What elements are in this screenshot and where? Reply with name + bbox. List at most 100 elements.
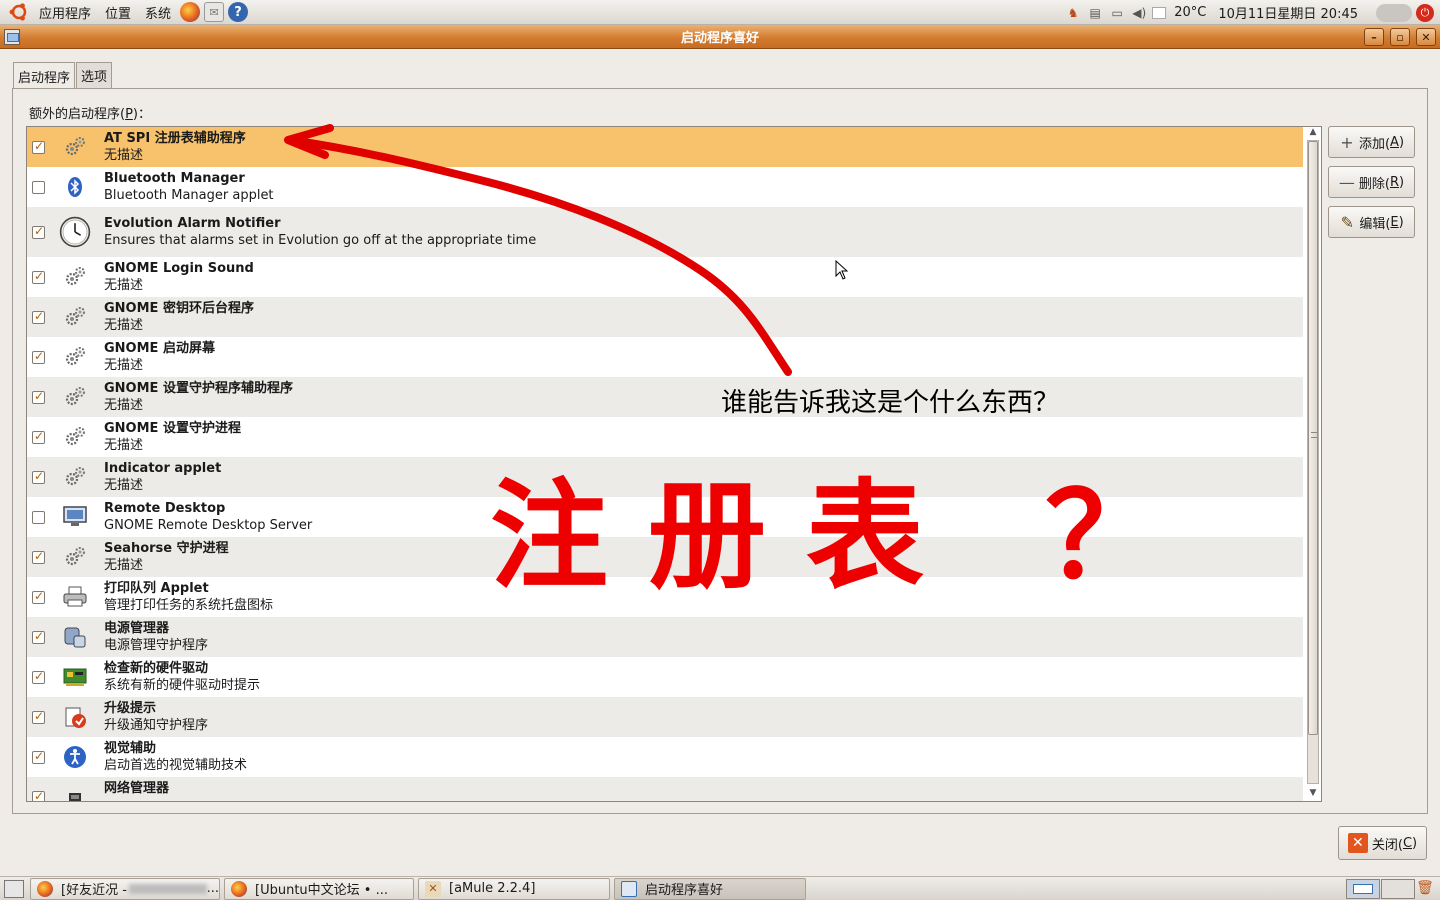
startup-list-row[interactable]: 打印队列 Applet 管理打印任务的系统托盘图标 <box>27 577 1303 617</box>
gears-icon <box>59 301 91 333</box>
workspace-2[interactable] <box>1381 879 1415 899</box>
startup-item-checkbox[interactable] <box>32 269 45 284</box>
ubuntu-logo-icon[interactable] <box>8 1 30 23</box>
printer-tray-icon[interactable]: ▭ <box>1108 5 1126 21</box>
startup-item-checkbox[interactable] <box>32 469 45 484</box>
volume-tray-icon[interactable]: ◀) <box>1130 5 1148 21</box>
startup-item-description: Ensures that alarms set in Evolution go … <box>104 233 537 248</box>
startup-list-row[interactable]: 检查新的硬件驱动系统有新的硬件驱动时提示 <box>27 657 1303 697</box>
update-icon <box>59 701 91 733</box>
startup-list-row[interactable]: GNOME 设置守护进程无描述 <box>27 417 1303 457</box>
startup-list-row[interactable]: Bluetooth Manager Bluetooth Manager apple… <box>27 167 1303 207</box>
startup-item-checkbox[interactable] <box>32 180 45 194</box>
menu-places[interactable]: 位置 <box>98 3 138 22</box>
gears-icon <box>59 541 91 573</box>
plus-icon: + <box>1340 132 1354 152</box>
amule-tray-icon[interactable]: ♞ <box>1064 5 1082 21</box>
gears-icon <box>59 341 91 373</box>
system-tray: ♞ ▤ ▭ ◀) 20°C 10月11日星期日 20:45 ⏻ <box>1062 0 1440 25</box>
window-titlebar[interactable]: 启动程序喜好 – ▫ ✕ <box>0 25 1440 49</box>
show-desktop-icon[interactable] <box>4 879 24 898</box>
startup-list-row[interactable]: GNOME 设置守护程序辅助程序无描述 <box>27 377 1303 417</box>
scroll-up-icon[interactable]: ▲ <box>1306 125 1320 139</box>
accessibility-icon <box>59 741 91 773</box>
startup-list-row[interactable]: Evolution Alarm Notifier Ensures that ala… <box>27 207 1303 257</box>
startup-item-checkbox[interactable] <box>32 139 45 154</box>
startup-list-row[interactable]: 电源管理器电源管理守护程序 <box>27 617 1303 657</box>
startup-item-description: 系统有新的硬件驱动时提示 <box>104 678 261 693</box>
shutdown-icon[interactable]: ⏻ <box>1416 3 1434 22</box>
remove-button[interactable]: — 删除(R) <box>1328 166 1415 198</box>
startup-item-description: 电源管理守护程序 <box>104 638 209 653</box>
taskbar-item-startup-prefs[interactable]: 启动程序喜好 <box>614 877 806 900</box>
startup-item-checkbox[interactable] <box>32 429 45 444</box>
startup-item-name: GNOME 密钥环后台程序 <box>104 301 254 316</box>
firefox-launcher-icon[interactable] <box>180 2 201 22</box>
maximize-button[interactable]: ▫ <box>1390 28 1410 46</box>
startup-item-name: 网络管理器 <box>104 781 170 796</box>
menu-applications[interactable]: 应用程序 <box>32 3 98 22</box>
startup-list-label: 额外的启动程序(P)： <box>29 107 151 122</box>
taskbar-item-firefox-1[interactable]: [好友近况 - ... <box>30 877 220 900</box>
list-vertical-scrollbar[interactable]: ▲ ▼ <box>1305 125 1321 801</box>
close-dialog-button[interactable]: ✕ 关闭(C) <box>1338 826 1427 860</box>
taskbar-item-amule[interactable]: ✕ [aMule 2.2.4] <box>418 877 610 900</box>
mail-launcher-icon[interactable]: ✉ <box>204 2 225 22</box>
edit-button[interactable]: ✎ 编辑(E) <box>1328 206 1415 238</box>
scroll-down-icon[interactable]: ▼ <box>1306 786 1320 800</box>
startup-list-row[interactable]: 视觉辅助启动首选的视觉辅助技术 <box>27 737 1303 777</box>
startup-list-row[interactable]: GNOME Login Sound 无描述 <box>27 257 1303 297</box>
network-tray-icon[interactable]: ▤ <box>1086 5 1104 21</box>
startup-item-description: 无描述 <box>104 358 144 373</box>
bluetooth-icon <box>59 171 91 203</box>
startup-list-row[interactable]: GNOME 启动屏幕无描述 <box>27 337 1303 377</box>
startup-item-name: GNOME 设置守护程序辅助程序 <box>104 381 293 396</box>
startup-item-name: Bluetooth Manager <box>104 171 245 186</box>
startup-item-checkbox[interactable] <box>32 749 45 764</box>
startup-item-checkbox[interactable] <box>32 629 45 644</box>
startup-list-row[interactable]: AT SPI 注册表辅助程序无描述 <box>27 127 1303 167</box>
startup-list-row[interactable]: Remote Desktop GNOME Remote Desktop Serve… <box>27 497 1303 537</box>
scrollbar-thumb[interactable] <box>1308 141 1318 735</box>
startup-item-description: 升级通知守护程序 <box>104 718 209 733</box>
close-window-button[interactable]: ✕ <box>1416 28 1436 46</box>
startup-programs-list[interactable]: AT SPI 注册表辅助程序无描述Bluetooth ManagerBlueto… <box>26 126 1322 802</box>
window-title: 启动程序喜好 <box>680 31 759 46</box>
startup-item-checkbox[interactable] <box>32 669 45 684</box>
startup-item-checkbox[interactable] <box>32 549 45 564</box>
trash-icon[interactable]: 🗑 <box>1416 878 1434 898</box>
startup-item-name: GNOME 设置守护进程 <box>104 421 241 436</box>
startup-item-checkbox[interactable] <box>32 389 45 404</box>
startup-item-checkbox[interactable] <box>32 224 45 239</box>
weather-temperature[interactable]: 20°C <box>1174 5 1206 20</box>
startup-item-checkbox[interactable] <box>32 349 45 364</box>
workspace-1[interactable] <box>1346 879 1380 899</box>
minimize-button[interactable]: – <box>1364 28 1384 46</box>
startup-item-checkbox[interactable] <box>32 789 45 801</box>
window-menu-icon[interactable] <box>4 29 20 45</box>
startup-item-description: GNOME Remote Desktop Server <box>104 518 313 533</box>
startup-item-name: Indicator applet <box>104 461 222 476</box>
startup-item-checkbox[interactable] <box>32 510 45 524</box>
tab-bar: 启动程序 选项 <box>13 62 113 89</box>
startup-item-description: 无描述 <box>104 438 144 453</box>
help-launcher-icon[interactable]: ? <box>228 2 249 22</box>
startup-item-checkbox[interactable] <box>32 309 45 324</box>
tab-startup-programs[interactable]: 启动程序 <box>13 62 76 89</box>
startup-list-row[interactable]: 升级提示升级通知守护程序 <box>27 697 1303 737</box>
startup-list-row[interactable]: Seahorse 守护进程无描述 <box>27 537 1303 577</box>
startup-list-row[interactable]: 网络管理器 <box>27 777 1303 801</box>
add-button[interactable]: + 添加(A) <box>1328 126 1415 158</box>
startup-list-row[interactable]: Indicator applet 无描述 <box>27 457 1303 497</box>
startup-item-name: GNOME 启动屏幕 <box>104 341 215 356</box>
startup-list-row[interactable]: GNOME 密钥环后台程序无描述 <box>27 297 1303 337</box>
user-switcher[interactable] <box>1376 3 1412 22</box>
startup-item-checkbox[interactable] <box>32 589 45 604</box>
menu-system[interactable]: 系统 <box>138 3 178 22</box>
tab-options[interactable]: 选项 <box>76 62 113 88</box>
scrollbar-track[interactable] <box>1307 140 1319 784</box>
clock[interactable]: 10月11日星期日 20:45 <box>1218 3 1358 22</box>
hardware-card-icon <box>59 661 91 693</box>
startup-item-checkbox[interactable] <box>32 709 45 724</box>
taskbar-item-firefox-2[interactable]: [Ubuntu中文论坛 • ... <box>224 877 414 900</box>
